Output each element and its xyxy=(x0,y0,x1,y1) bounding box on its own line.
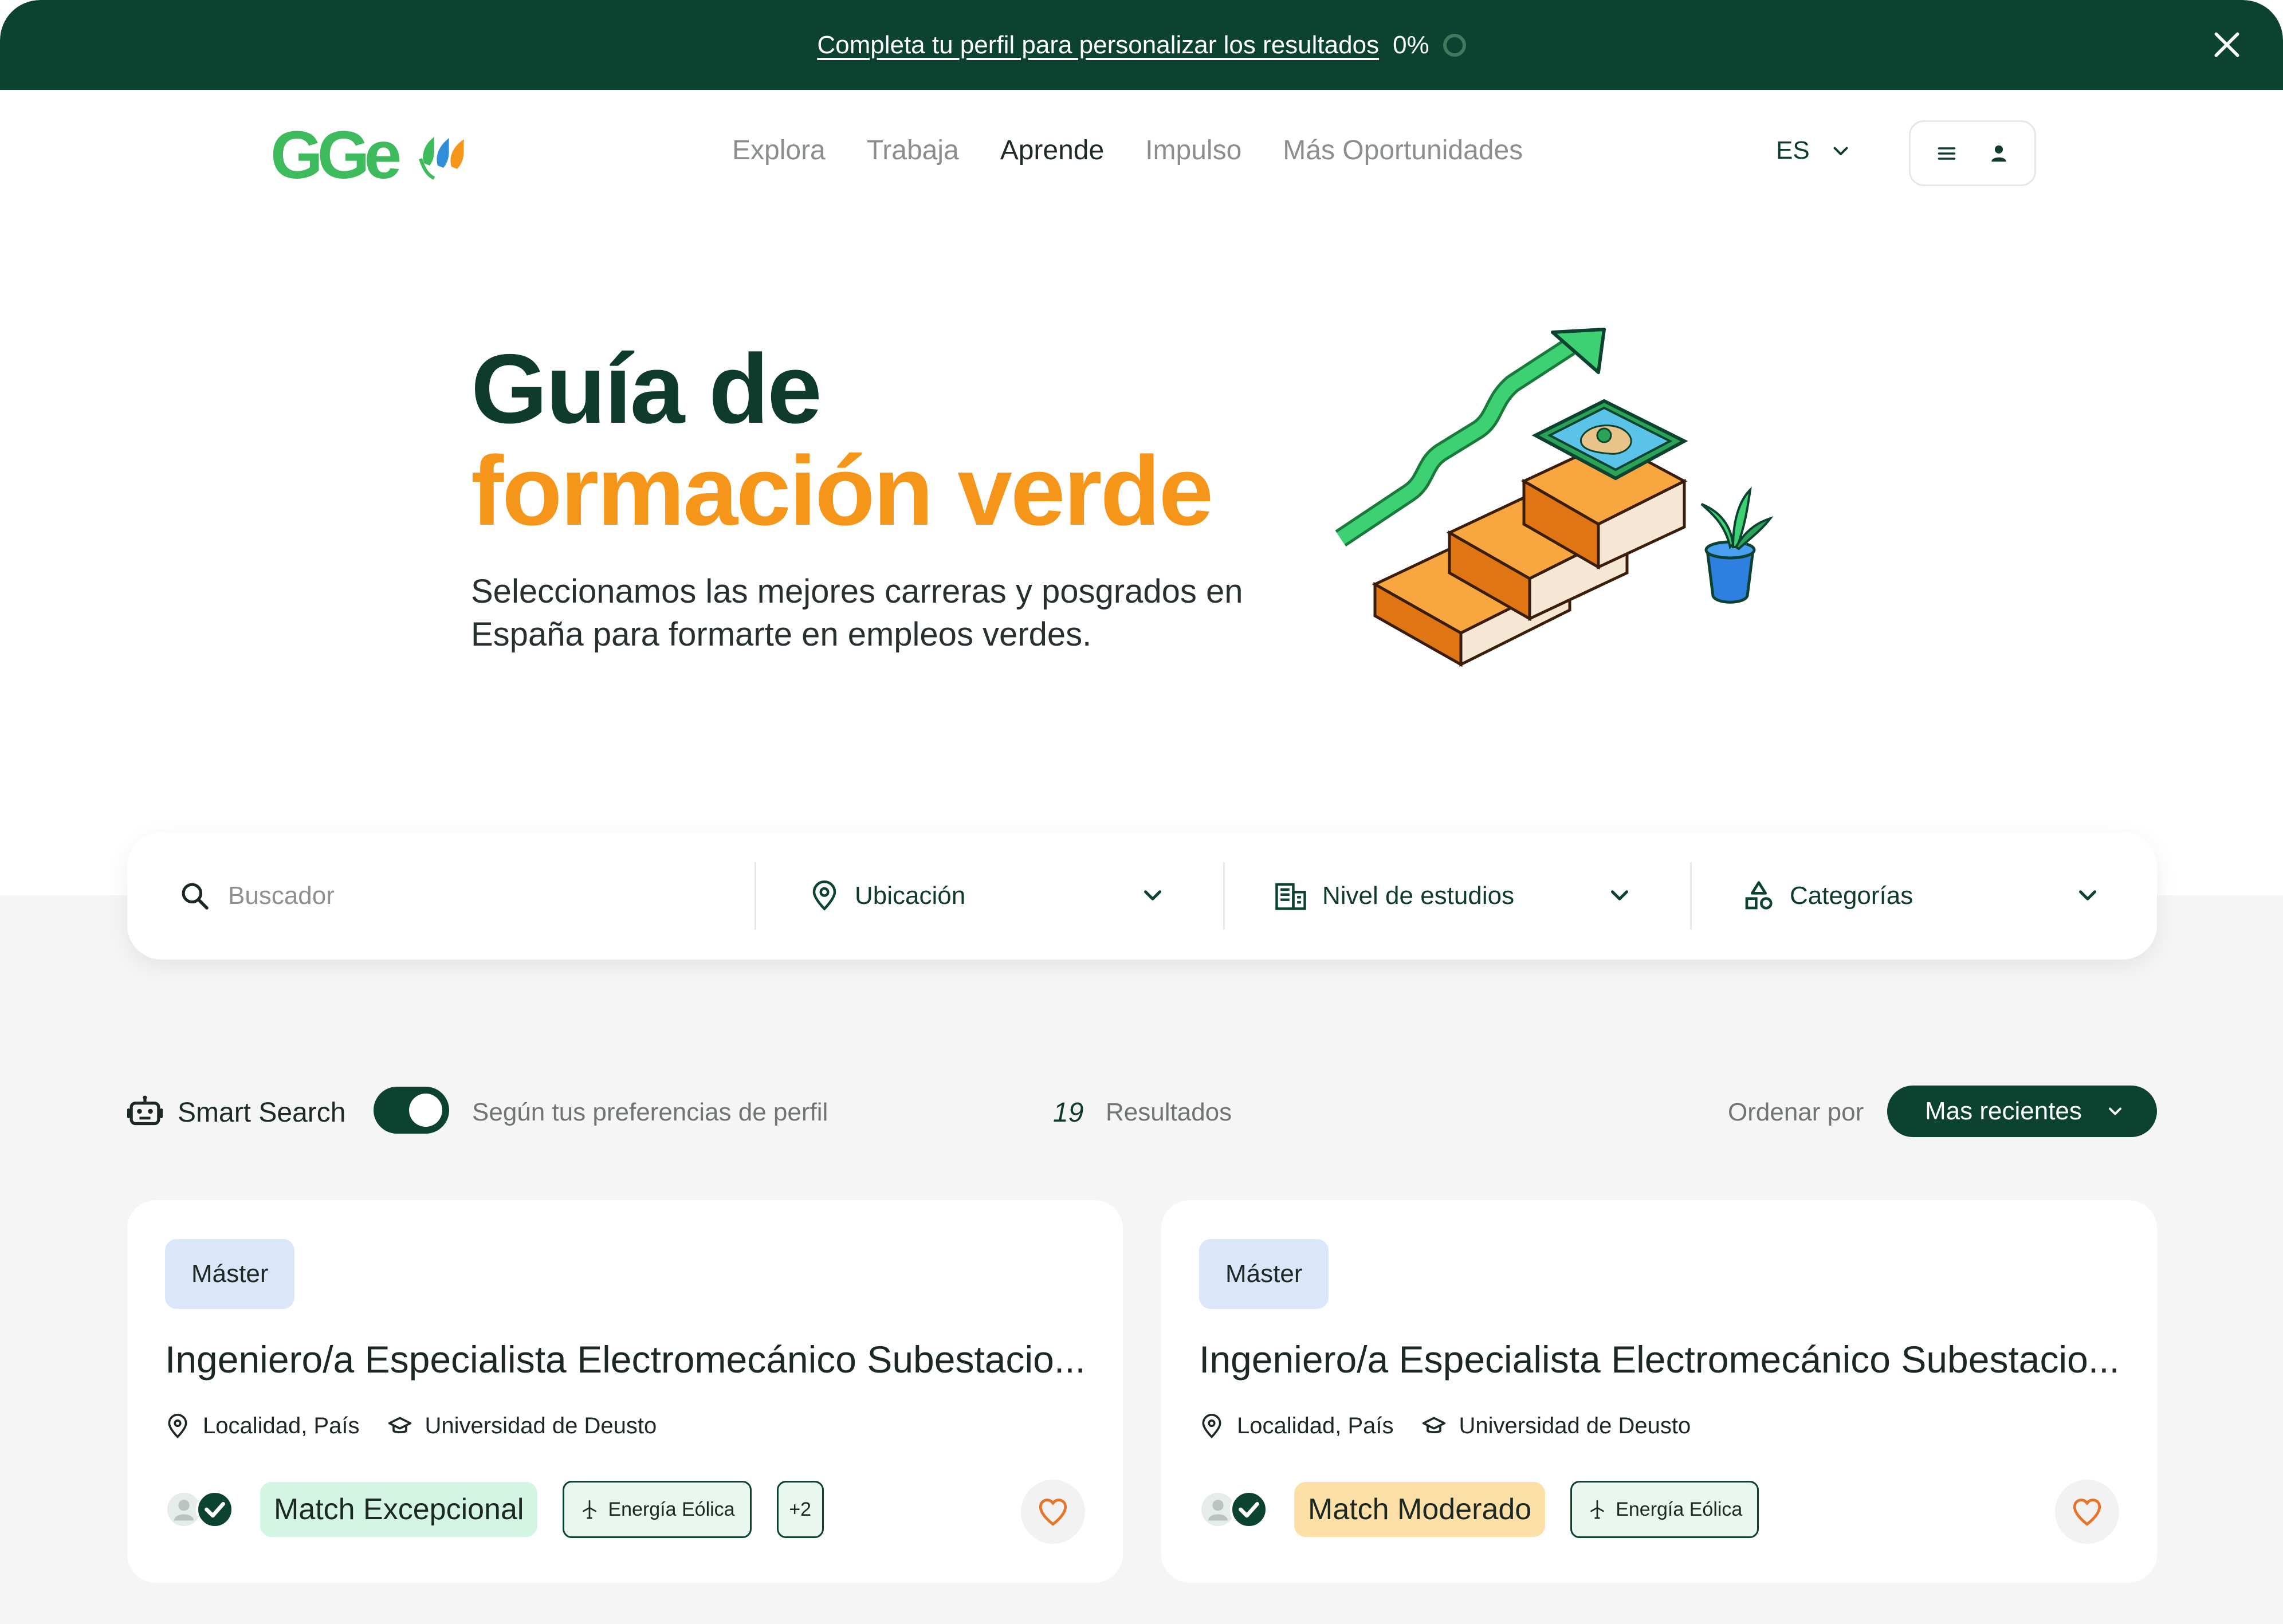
chevron-down-icon xyxy=(2108,1107,2121,1115)
sort-dropdown[interactable]: Mas recientes xyxy=(1887,1086,2157,1137)
smart-search-toggle[interactable] xyxy=(374,1087,449,1134)
close-icon[interactable] xyxy=(2211,29,2243,61)
sort-label: Ordenar por xyxy=(1728,1098,1864,1126)
divider xyxy=(1223,862,1225,930)
categories-filter-label: Categorías xyxy=(1790,882,1913,910)
course-meta: Localidad, País Universidad de Deusto xyxy=(165,1413,657,1439)
card-footer: Match Moderado Energía Eólica xyxy=(1199,1481,1759,1538)
nav-item-aprende[interactable]: Aprende xyxy=(1000,135,1104,166)
menu-icon xyxy=(1938,147,1956,160)
category-chip-label: Energía Eólica xyxy=(1616,1498,1743,1520)
favorite-button[interactable] xyxy=(2055,1480,2119,1544)
heart-icon xyxy=(2073,1499,2101,1526)
result-count: 19 xyxy=(1053,1098,1084,1128)
course-card[interactable]: Máster Ingeniero/a Especialista Electrom… xyxy=(127,1200,1123,1583)
course-card[interactable]: Máster Ingeniero/a Especialista Electrom… xyxy=(1161,1200,2157,1583)
card-footer: Match Excepcional Energía Eólica +2 xyxy=(165,1481,824,1538)
hero-title: Guía de formación verde xyxy=(471,334,1213,546)
course-title[interactable]: Ingeniero/a Especialista Electromecánico… xyxy=(1199,1338,2127,1381)
course-location: Localidad, País xyxy=(1237,1413,1394,1438)
location-pin-icon xyxy=(168,1413,187,1438)
hero-illustration xyxy=(1335,328,1774,667)
match-badge: Match Moderado xyxy=(1294,1482,1546,1537)
logo[interactable]: GGe xyxy=(270,123,477,186)
heart-icon xyxy=(1039,1499,1067,1526)
location-pin-icon xyxy=(812,880,836,911)
search-bar: Buscador Ubicación Nivel de estudios Cat… xyxy=(127,832,2157,960)
course-type-badge: Máster xyxy=(165,1239,295,1309)
search-input[interactable]: Buscador xyxy=(228,882,335,910)
divider xyxy=(1690,862,1692,930)
profile-banner: Completa tu perfil para personalizar los… xyxy=(0,0,2283,90)
profile-progress-percent: 0% xyxy=(1393,30,1429,59)
chevron-down-icon xyxy=(1144,890,1161,901)
check-icon xyxy=(1230,1491,1268,1528)
course-title[interactable]: Ingeniero/a Especialista Electromecánico… xyxy=(165,1338,1093,1381)
match-badge: Match Excepcional xyxy=(260,1482,538,1537)
language-label: ES xyxy=(1776,136,1810,164)
more-categories-chip[interactable]: +2 xyxy=(776,1481,824,1538)
hero-subtitle: Seleccionamos las mejores carreras y pos… xyxy=(471,573,1243,653)
main-nav: Explora Trabaja Aprende Impulso Más Opor… xyxy=(732,135,1523,166)
nav-item-impulso[interactable]: Impulso xyxy=(1145,135,1241,166)
language-selector[interactable]: ES xyxy=(1776,136,1851,165)
category-chip[interactable]: Energía Eólica xyxy=(563,1481,752,1538)
nav-item-mas-oportunidades[interactable]: Más Oportunidades xyxy=(1283,135,1523,166)
sort-value: Mas recientes xyxy=(1925,1097,2082,1125)
wind-turbine-icon xyxy=(583,1500,597,1519)
search-field[interactable]: Buscador xyxy=(179,832,752,960)
account-menu-button[interactable] xyxy=(1909,120,2036,186)
course-type-badge: Máster xyxy=(1199,1239,1329,1309)
favorite-button[interactable] xyxy=(1021,1480,1085,1544)
course-institution: Universidad de Deusto xyxy=(1459,1413,1691,1438)
chevron-down-icon xyxy=(2079,890,2096,901)
nav-item-trabaja[interactable]: Trabaja xyxy=(867,135,959,166)
hero-title-line-1: Guía de xyxy=(471,334,822,444)
progress-ring-icon xyxy=(1443,33,1466,57)
hero-title-line-2: formación verde xyxy=(471,436,1213,546)
shapes-icon xyxy=(1745,881,1773,910)
nav-item-explora[interactable]: Explora xyxy=(732,135,826,166)
building-icon xyxy=(1275,883,1306,910)
robot-icon xyxy=(127,1095,163,1126)
location-filter-label: Ubicación xyxy=(855,882,966,910)
match-avatars xyxy=(165,1491,235,1528)
user-icon xyxy=(1991,145,2006,162)
location-pin-icon xyxy=(1202,1413,1221,1438)
smart-search-label: Smart Search xyxy=(178,1098,346,1128)
divider xyxy=(755,862,756,930)
smart-search-row: Smart Search Según tus preferencias de p… xyxy=(127,1086,2157,1137)
chevron-down-icon xyxy=(1611,890,1628,901)
course-institution: Universidad de Deusto xyxy=(425,1413,657,1438)
course-meta: Localidad, País Universidad de Deusto xyxy=(1199,1413,1691,1439)
graduation-cap-icon xyxy=(1422,1417,1445,1433)
graduation-cap-icon xyxy=(388,1417,411,1433)
category-chip[interactable]: Energía Eólica xyxy=(1570,1481,1759,1538)
preference-text: Según tus preferencias de perfil xyxy=(472,1098,828,1126)
complete-profile-link[interactable]: Completa tu perfil para personalizar los… xyxy=(817,31,1379,60)
study-level-filter-label: Nivel de estudios xyxy=(1322,882,1515,910)
category-chip-label: Energía Eólica xyxy=(608,1498,735,1520)
wind-turbine-icon xyxy=(1590,1500,1605,1519)
toggle-knob xyxy=(409,1094,442,1127)
course-location: Localidad, País xyxy=(203,1413,360,1438)
search-icon xyxy=(182,883,209,910)
match-avatars xyxy=(1199,1491,1269,1528)
logo-text: GGe xyxy=(270,123,400,186)
results-label: Resultados xyxy=(1106,1098,1232,1126)
page: Completa tu perfil para personalizar los… xyxy=(0,0,2283,1624)
check-icon xyxy=(196,1491,234,1528)
chevron-down-icon xyxy=(1833,147,1848,155)
